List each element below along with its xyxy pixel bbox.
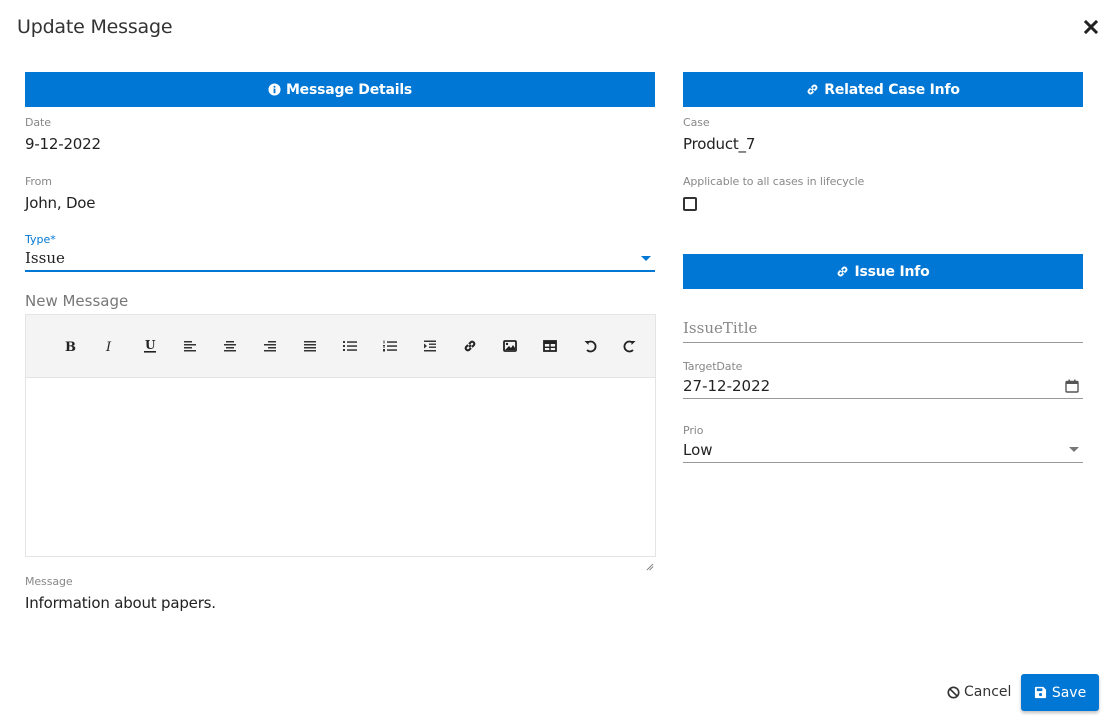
link-icon <box>838 266 848 277</box>
italic-button[interactable]: I <box>90 331 130 361</box>
ban-icon <box>947 685 960 699</box>
svg-text:U: U <box>145 338 156 352</box>
message-label: Message <box>25 575 73 588</box>
save-button[interactable]: Save <box>1021 674 1099 711</box>
target-date-input[interactable]: 27-12-2022 <box>683 373 1083 399</box>
case-label: Case <box>683 116 710 129</box>
numbered-list-button[interactable] <box>370 331 410 361</box>
prio-value: Low <box>683 440 713 459</box>
from-label: From <box>25 175 52 188</box>
redo-button[interactable] <box>610 331 650 361</box>
message-details-title: Message Details <box>285 81 413 98</box>
from-value: John, Doe <box>25 194 96 212</box>
bullet-list-button[interactable] <box>330 331 370 361</box>
type-value: Issue <box>25 249 65 267</box>
target-date-label: TargetDate <box>683 360 743 373</box>
new-message-label: New Message <box>25 292 129 310</box>
image-button[interactable] <box>490 331 530 361</box>
date-label: Date <box>25 116 51 129</box>
prio-field: Prio Low <box>683 424 1083 463</box>
justify-button[interactable] <box>290 331 330 361</box>
message-details-section: Message Details Date 9-12-2022 From John… <box>25 72 656 612</box>
type-select[interactable]: Issue <box>25 246 655 272</box>
type-field: Type* Issue <box>25 233 655 272</box>
underline-button[interactable]: U <box>130 331 170 361</box>
calendar-icon[interactable] <box>1065 379 1079 393</box>
applicable-field: Applicable to all cases in lifecycle <box>683 175 1083 211</box>
link-icon <box>807 84 818 95</box>
redo-icon <box>623 340 636 353</box>
chevron-down-icon <box>1069 447 1079 452</box>
undo-button[interactable] <box>570 331 610 361</box>
table-button[interactable] <box>530 331 570 361</box>
new-message-textarea[interactable] <box>26 378 655 556</box>
target-date-value: 27-12-2022 <box>683 376 771 395</box>
undo-icon <box>584 340 597 353</box>
align-right-button[interactable] <box>250 331 290 361</box>
type-label: Type* <box>25 233 56 246</box>
cancel-label: Cancel <box>964 684 1012 700</box>
related-case-section: Related Case Info Case Product_7 Applica… <box>683 72 1083 463</box>
link-icon <box>464 340 476 352</box>
date-field: Date 9-12-2022 <box>25 116 655 153</box>
bullet-list-icon <box>343 341 357 351</box>
italic-icon: I <box>105 340 112 353</box>
message-field: Message Information about papers. <box>25 575 655 612</box>
issue-title-input[interactable]: IssueTitle <box>683 313 1083 343</box>
info-circle-icon <box>268 83 281 96</box>
applicable-label: Applicable to all cases in lifecycle <box>683 175 865 188</box>
prio-label: Prio <box>683 424 704 437</box>
align-right-icon <box>264 341 276 352</box>
align-center-button[interactable] <box>210 331 250 361</box>
align-center-icon <box>224 341 236 352</box>
align-left-icon <box>184 341 196 352</box>
applicable-checkbox[interactable] <box>683 197 697 211</box>
close-button[interactable] <box>1083 19 1102 37</box>
indent-icon <box>424 340 436 352</box>
svg-text:B: B <box>65 340 76 353</box>
cancel-button[interactable]: Cancel <box>947 684 1011 700</box>
rich-text-editor: B I U <box>25 314 656 557</box>
table-icon <box>543 340 557 352</box>
bold-icon: B <box>65 340 76 353</box>
from-field: From John, Doe <box>25 175 655 212</box>
date-value: 9-12-2022 <box>25 135 101 153</box>
link-button[interactable] <box>450 331 490 361</box>
save-label: Save <box>1051 684 1087 701</box>
resize-handle-icon[interactable] <box>646 563 654 571</box>
issue-info-header: Issue Info <box>683 254 1083 289</box>
issue-title-placeholder: IssueTitle <box>683 318 758 337</box>
related-case-title: Related Case Info <box>824 81 960 98</box>
justify-icon <box>304 341 316 352</box>
case-field: Case Product_7 <box>683 116 1083 153</box>
underline-icon: U <box>144 338 156 353</box>
issue-info-title: Issue Info <box>854 263 930 280</box>
message-details-header: Message Details <box>25 72 655 107</box>
align-left-button[interactable] <box>170 331 210 361</box>
image-icon <box>503 340 517 352</box>
related-case-header: Related Case Info <box>683 72 1083 107</box>
svg-text:I: I <box>105 340 112 353</box>
bold-button[interactable]: B <box>50 331 90 361</box>
close-icon <box>1083 19 1099 35</box>
message-value: Information about papers. <box>25 594 216 612</box>
dialog-title: Update Message <box>17 16 173 38</box>
indent-button[interactable] <box>410 331 450 361</box>
chevron-down-icon <box>641 255 651 261</box>
editor-toolbar: B I U <box>26 315 655 378</box>
save-icon <box>1034 686 1046 699</box>
case-value: Product_7 <box>683 135 756 153</box>
prio-select[interactable]: Low <box>683 437 1083 463</box>
numbered-list-icon <box>383 340 397 352</box>
target-date-field: TargetDate 27-12-2022 <box>683 360 1083 399</box>
